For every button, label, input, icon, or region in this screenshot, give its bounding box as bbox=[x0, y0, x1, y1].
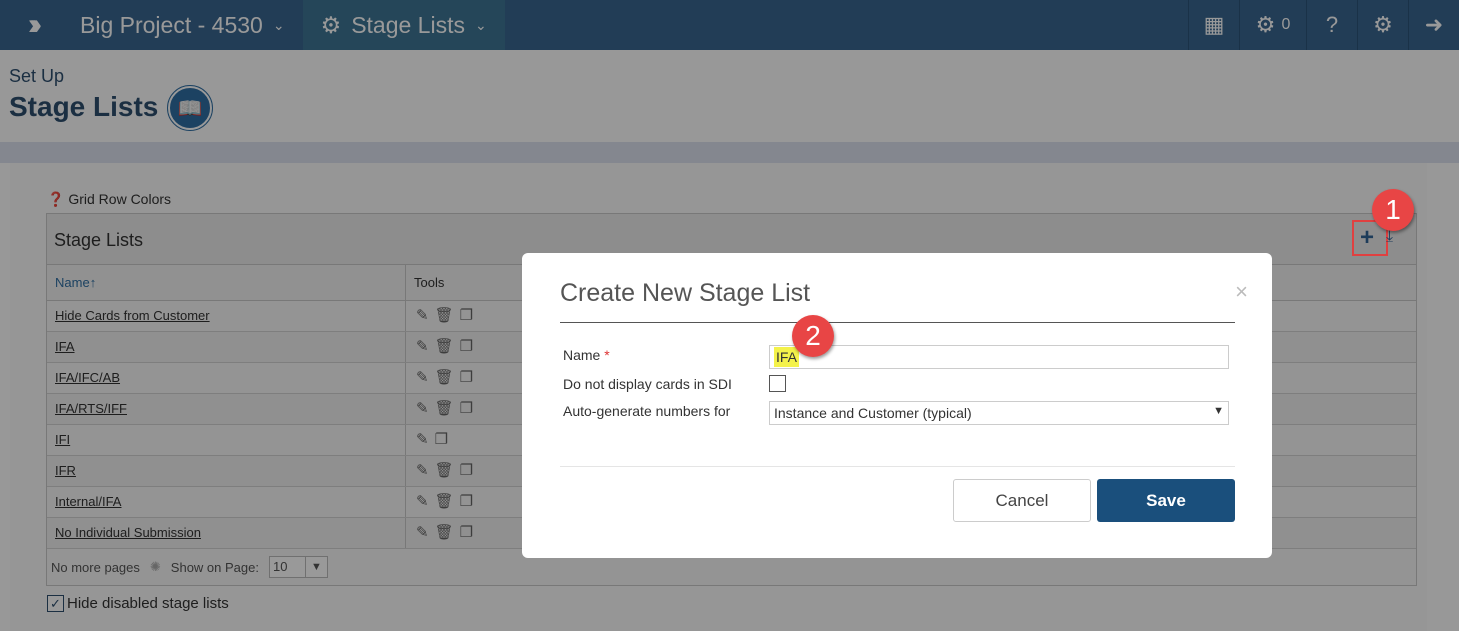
modal-title: Create New Stage List bbox=[560, 279, 811, 307]
name-value: IFA bbox=[774, 347, 800, 367]
add-icon[interactable]: + bbox=[1360, 224, 1374, 252]
annotation-badge-1: 1 bbox=[1372, 189, 1414, 231]
close-icon[interactable]: × bbox=[1235, 279, 1248, 305]
chevron-down-icon: ▼ bbox=[1213, 405, 1224, 417]
name-input[interactable]: IFA bbox=[769, 345, 1229, 369]
required-marker: * bbox=[604, 347, 610, 363]
auto-generate-select[interactable]: Instance and Customer (typical) ▼ bbox=[769, 401, 1229, 425]
annotation-badge-2: 2 bbox=[792, 315, 834, 357]
auto-generate-value: Instance and Customer (typical) bbox=[774, 405, 972, 421]
auto-generate-label: Auto-generate numbers for bbox=[563, 403, 731, 419]
create-stage-list-modal: Create New Stage List × Name * IFA Do no… bbox=[522, 253, 1272, 558]
divider bbox=[560, 322, 1235, 323]
name-label-text: Name bbox=[563, 347, 601, 363]
cancel-button[interactable]: Cancel bbox=[953, 479, 1091, 522]
divider bbox=[560, 466, 1235, 467]
save-button[interactable]: Save bbox=[1097, 479, 1235, 522]
sdi-checkbox[interactable] bbox=[769, 375, 786, 392]
name-label: Name * bbox=[563, 347, 610, 363]
sdi-label: Do not display cards in SDI bbox=[563, 376, 732, 392]
